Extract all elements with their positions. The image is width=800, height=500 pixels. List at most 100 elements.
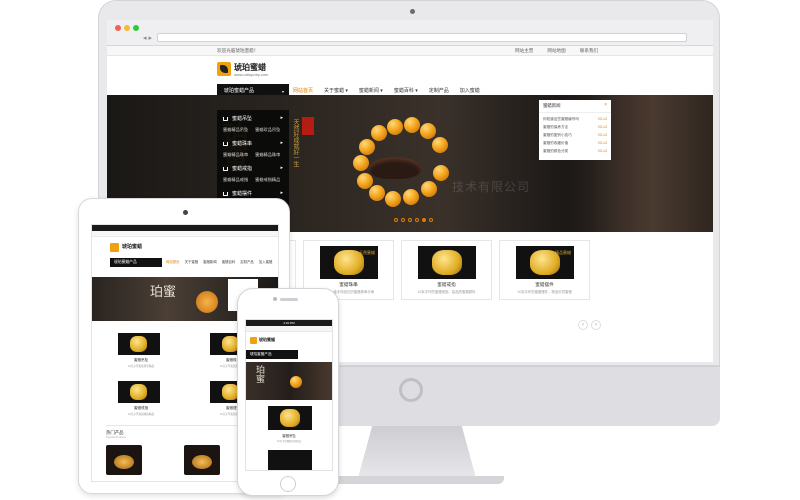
- product-image[interactable]: [268, 450, 312, 470]
- amber-bead: [371, 125, 387, 141]
- carousel-dot[interactable]: [408, 218, 412, 222]
- carousel-dot[interactable]: [401, 218, 405, 222]
- maximize-window-icon[interactable]: [133, 25, 139, 31]
- nav-custom[interactable]: 定制产品: [240, 258, 254, 267]
- dropdown-head[interactable]: 蜜蜡戒指 ▸: [223, 165, 283, 172]
- dropdown-sub[interactable]: 蜜蜡精品戒指: [223, 177, 248, 183]
- nav-news[interactable]: 蜜蜡新闻: [203, 258, 217, 267]
- dropdown-head[interactable]: 蜜蜡珠串 ▸: [223, 140, 283, 147]
- news-title: 蜜蜡的保养方法: [543, 125, 569, 129]
- product-image: [418, 246, 476, 279]
- minimize-window-icon[interactable]: [124, 25, 130, 31]
- nav-home[interactable]: 网站首页: [166, 258, 180, 267]
- product-desc: 10克平环蜜蜡戒指精品: [127, 413, 155, 416]
- topbar-link-sitemap[interactable]: 网站地图: [547, 48, 565, 54]
- site-header: 琥珀蜜蜡 www.odlupotry.com: [107, 56, 713, 84]
- amber-bead: [369, 185, 385, 201]
- dropdown-sub[interactable]: 蜜蜡精品珠串: [255, 152, 280, 158]
- dropdown-title: 蜜蜡戒指: [232, 166, 253, 172]
- amber-bead: [420, 123, 436, 139]
- home-button-icon[interactable]: [280, 476, 296, 492]
- topbar-link-contact[interactable]: 联系我们: [580, 48, 598, 54]
- category-menu-label: 琥珀蜜蜡产品: [224, 88, 255, 94]
- logo-name[interactable]: 琥珀蜜蜡: [122, 243, 142, 250]
- news-item[interactable]: 蜜蜡的保养方法 03-13: [543, 123, 607, 131]
- welcome-text: 欢迎光临琥珀蜜蜡！: [217, 48, 259, 53]
- product-name: 蜜蜡吊坠: [282, 434, 296, 438]
- product-image: [118, 381, 160, 403]
- product-card[interactable]: 蜜蜡戒指 10克平环蜜蜡戒指精品: [106, 381, 176, 421]
- carousel-dot[interactable]: [394, 218, 398, 222]
- chevron-right-icon: ▸: [280, 165, 283, 171]
- hot-product-image[interactable]: [184, 445, 220, 475]
- dropdown-head[interactable]: 蜜蜡吊坠 ▸: [223, 115, 283, 122]
- red-seal: [302, 117, 314, 135]
- nav-about[interactable]: 关于蜜蜡: [185, 258, 199, 267]
- cart-icon: [223, 191, 228, 196]
- news-item[interactable]: 你知道这些蜜蜡编号吗 03-13: [543, 115, 607, 123]
- news-item[interactable]: 蜜蜡的收藏价值 03-13: [543, 139, 607, 147]
- news-date: 03-13: [597, 117, 607, 121]
- next-arrow-icon[interactable]: ›: [591, 320, 601, 330]
- product-name: 蜜蜡戒指: [133, 406, 149, 410]
- carousel-dot[interactable]: [429, 218, 433, 222]
- hero-calligraphy: 珀蜜: [255, 365, 265, 383]
- status-bar: 4:20 PM: [246, 320, 332, 326]
- news-title: 蜜蜡的颜色分类: [543, 149, 569, 153]
- news-item[interactable]: 蜜蜡的鉴别小技巧 03-13: [543, 131, 607, 139]
- product-card[interactable]: 精品蜜蜡 蜜蜡摆件 10克平环的蜜蜡摆件，精选天然蜜蜡: [499, 240, 590, 300]
- chevron-right-icon: ▸: [280, 115, 283, 121]
- dropdown-sub[interactable]: 蜜蜡珍品吊坠: [255, 127, 280, 133]
- logo-icon[interactable]: [217, 62, 231, 76]
- hero-banner[interactable]: 珀蜜: [246, 362, 332, 400]
- product-name: 蜜蜡吊坠: [133, 358, 149, 362]
- logo-icon[interactable]: [250, 337, 257, 344]
- product-image[interactable]: [268, 406, 312, 430]
- dropdown-subs: 蜜蜡精品戒指 蜜蜡戒指精品: [223, 177, 283, 183]
- product-desc: 10克平环的蜜蜡摆件，精选天然蜜蜡: [517, 290, 572, 294]
- dropdown-subs: 蜜蜡精品珠串 蜜蜡精品珠串: [223, 152, 283, 158]
- product-name: 蜜蜡戒指: [437, 282, 456, 287]
- hot-product-image[interactable]: [106, 445, 142, 475]
- carousel-dot-active[interactable]: [422, 218, 426, 222]
- imac-base: [330, 476, 504, 484]
- product-image: 精品蜜蜡: [516, 246, 574, 279]
- news-title: 你知道这些蜜蜡编号吗: [543, 117, 579, 121]
- category-menu-button[interactable]: 琥珀蜜蜡产品: [110, 258, 162, 267]
- category-menu-button[interactable]: 琥珀蜜蜡产品: [246, 350, 298, 359]
- amber-bead: [290, 376, 302, 388]
- close-window-icon[interactable]: [115, 25, 121, 31]
- nav-wiki[interactable]: 蜜蜡百科: [222, 258, 236, 267]
- logo-name[interactable]: 琥珀蜜蜡: [259, 337, 275, 343]
- close-icon[interactable]: ×: [604, 102, 607, 108]
- camera-icon: [273, 297, 277, 301]
- camera-icon: [410, 9, 415, 14]
- nav-join[interactable]: 加入蜜蜡: [259, 258, 273, 267]
- logo-icon[interactable]: [110, 243, 119, 252]
- news-title: 蜜蜡的鉴别小技巧: [543, 133, 572, 137]
- product-desc: 10克平环蜜蜡吊坠精品: [276, 440, 302, 443]
- prev-arrow-icon[interactable]: ‹: [578, 320, 588, 330]
- news-date: 03-13: [597, 125, 607, 129]
- amber-bead: [196, 291, 218, 313]
- dropdown-sub[interactable]: 蜜蜡戒指精品: [255, 177, 280, 183]
- news-list: 你知道这些蜜蜡编号吗 03-13 蜜蜡的保养方法 03-13 蜜蜡的鉴别小技巧 03-…: [539, 113, 611, 157]
- news-date: 03-13: [597, 141, 607, 145]
- product-card[interactable]: 蜜蜡戒指 10米平环的蜜蜡戒指，高品质蜜蜡原料: [401, 240, 492, 300]
- product-card[interactable]: 蜜蜡吊坠 10克平环蜜蜡吊坠精品: [106, 333, 176, 373]
- address-bar[interactable]: [157, 33, 687, 42]
- topbar-link-main[interactable]: 网站主营: [515, 48, 533, 54]
- back-forward-icon[interactable]: ◂ ▸: [143, 34, 152, 42]
- dropdown-sub[interactable]: 蜜蜡精品吊坠: [223, 127, 248, 133]
- dropdown-sub[interactable]: 蜜蜡精品珠串: [223, 152, 248, 158]
- carousel-dot[interactable]: [415, 218, 419, 222]
- dropdown-head[interactable]: 蜜蜡摆件 ▸: [223, 190, 283, 197]
- imac-stand: [358, 426, 476, 478]
- hot-products-list: [106, 445, 220, 475]
- product-image: 天然蜜蜡: [320, 246, 378, 279]
- product-desc: 10克平环蜜蜡吊坠精品: [127, 365, 155, 368]
- amber-bead: [387, 119, 403, 135]
- news-item[interactable]: 蜜蜡的颜色分类 03-13: [543, 147, 607, 155]
- phone-screen: 4:20 PM 琥珀蜜蜡 琥珀蜜蜡产品 珀蜜 蜜蜡吊坠 10克平环蜜蜡吊坠精品: [245, 319, 333, 471]
- amber-piece: [432, 250, 462, 275]
